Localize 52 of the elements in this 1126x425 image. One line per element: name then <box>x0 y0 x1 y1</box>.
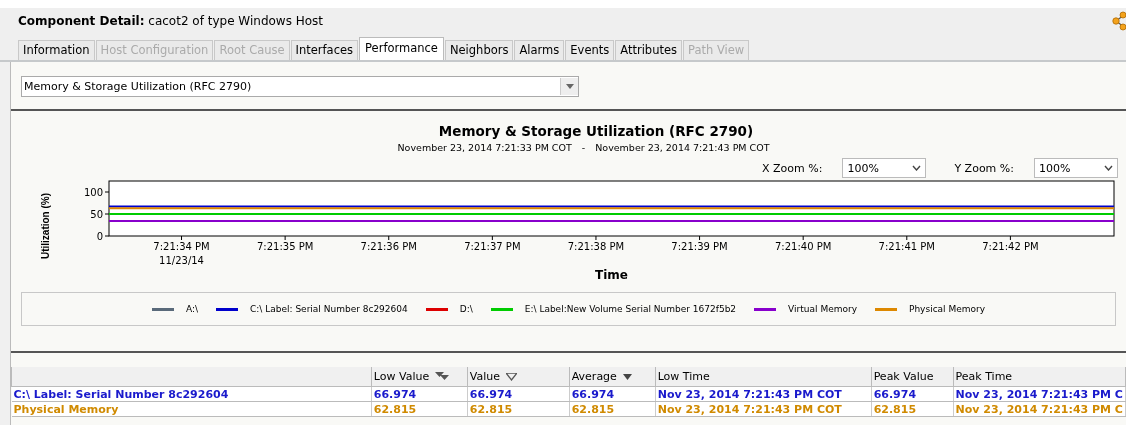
column-header[interactable]: Peak Value <box>871 367 954 387</box>
legend-label: C:\ Label: Serial Number 8c292604 <box>250 304 408 314</box>
y-tick-label: 100 <box>83 187 103 198</box>
metric-dropdown[interactable]: Memory & Storage Utilization (RFC 2790) <box>21 76 579 97</box>
column-header[interactable]: Peak Time <box>953 367 1126 387</box>
column-header[interactable]: Low Value <box>371 367 468 387</box>
start-time: November 23, 2014 7:21:33 PM COT <box>397 142 572 153</box>
sort-down-icon <box>622 373 632 380</box>
filter-icon <box>435 372 450 381</box>
tab[interactable]: Neighbors <box>444 40 514 60</box>
chevron-down-icon <box>1104 165 1113 171</box>
x-tick-label: 7:21:38 PM <box>567 241 625 252</box>
column-header[interactable] <box>11 367 372 387</box>
legend-label: E:\ Label:New Volume Serial Number 1672f5b2 <box>524 304 737 314</box>
tab[interactable]: Interfaces <box>290 40 359 60</box>
y-tick-label: 0 <box>96 231 103 242</box>
separator-dash: - <box>581 142 586 153</box>
x-tick-label: 7:21:37 PM <box>464 241 521 252</box>
y-tick-label: 50 <box>90 209 103 220</box>
column-header[interactable]: Average <box>569 367 656 387</box>
dropdown-arrow-icon <box>565 84 574 89</box>
chevron-down-icon <box>912 165 922 171</box>
legend-label: Physical Memory <box>909 304 986 314</box>
tab[interactable]: Events <box>565 40 615 60</box>
x-zoom-dropdown[interactable]: 100% <box>842 158 927 178</box>
topology-icon[interactable] <box>1112 11 1126 31</box>
y-zoom-label: Y Zoom %: <box>954 161 1014 175</box>
x-tick-label: 7:21:35 PM <box>256 241 314 252</box>
x-tick-label: 7:21:40 PM <box>775 241 832 252</box>
x-tick-label: 7:21:41 PM <box>878 241 935 252</box>
x-tick-label: 7:21:42 PM <box>982 241 1039 252</box>
tab[interactable]: Attributes <box>615 40 683 60</box>
legend-label: D:\ <box>459 304 473 314</box>
tab[interactable]: Performance <box>359 37 444 60</box>
component-title: Component Detail: cacot2 of type Windows Host <box>18 14 324 28</box>
y-zoom-dropdown[interactable]: 100% <box>1034 158 1118 178</box>
legend-label: Virtual Memory <box>788 304 857 314</box>
x-tick-label: 7:21:36 PM <box>360 241 417 252</box>
y-axis-title: Utilization (%) <box>40 192 51 260</box>
chart-title: Memory & Storage Utilization (RFC 2790) <box>437 123 755 139</box>
end-time: November 23, 2014 7:21:43 PM COT <box>595 142 770 153</box>
filter-icon <box>506 372 517 381</box>
column-header[interactable]: Low Time <box>655 367 872 387</box>
column-header[interactable]: Value <box>467 367 570 387</box>
x-zoom-label: X Zoom %: <box>762 161 823 175</box>
tab[interactable]: Information <box>18 40 95 60</box>
tab[interactable]: Alarms <box>514 40 565 60</box>
x-date-label: 11/23/14 <box>159 255 204 266</box>
x-axis-title: Time <box>595 268 628 282</box>
x-tick-label: 7:21:39 PM <box>671 241 728 252</box>
x-tick-label: 7:21:34 PM <box>153 241 210 252</box>
legend-label: A:\ <box>185 304 198 314</box>
